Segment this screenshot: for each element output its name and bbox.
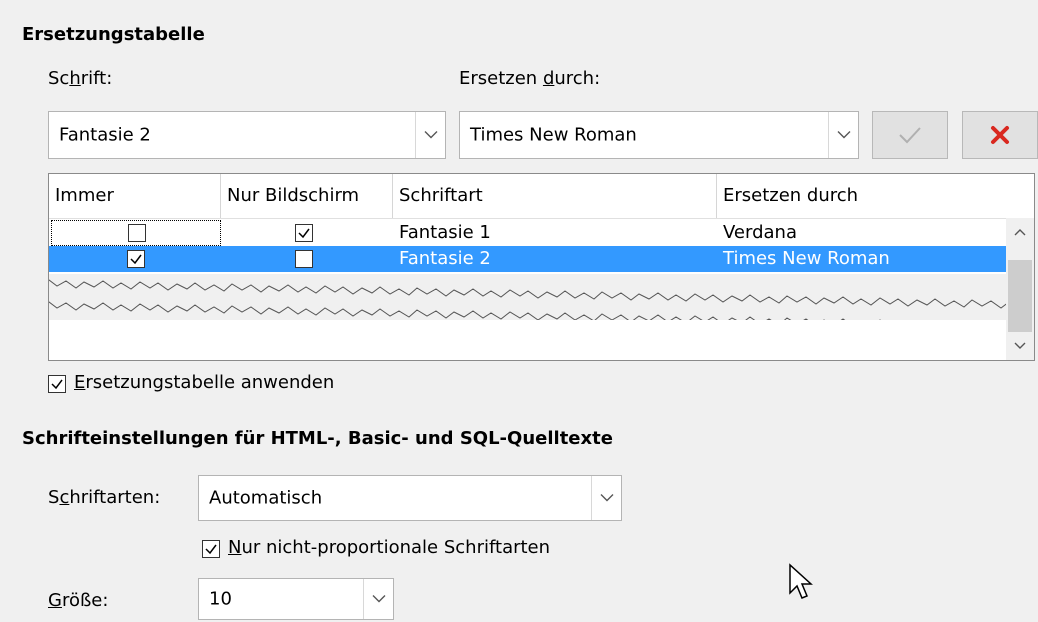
- apply-table-label[interactable]: Ersetzungstabelle anwenden: [74, 372, 334, 393]
- table-row[interactable]: Fantasie 2 Times New Roman: [49, 246, 1007, 272]
- checkmark-icon: [298, 228, 310, 239]
- table-vertical-scrollbar[interactable]: [1006, 218, 1034, 360]
- delete-button[interactable]: [962, 111, 1038, 159]
- always-cell: [51, 220, 221, 246]
- section-title-replacement-table: Ersetzungstabelle: [22, 24, 205, 45]
- font-cell: Fantasie 2: [399, 248, 491, 269]
- delete-icon: [991, 126, 1009, 144]
- size-label-accesskey: G: [48, 590, 62, 611]
- size-label-rest: röße:: [61, 590, 109, 611]
- size-dropdown-button[interactable]: [363, 579, 393, 619]
- replace-label-part2: urch:: [554, 68, 601, 89]
- nonproportional-checkbox[interactable]: [202, 540, 220, 558]
- column-header-replace[interactable]: Ersetzen durch: [717, 174, 1034, 218]
- replace-with-value: Times New Roman: [470, 124, 637, 146]
- always-cell: [49, 246, 221, 272]
- nonproportional-label[interactable]: Nur nicht-proportionale Schriftarten: [228, 537, 550, 558]
- replace-cell: Times New Roman: [723, 248, 890, 269]
- replace-with-combobox[interactable]: Times New Roman: [459, 111, 859, 159]
- font-label: Schrift:: [48, 68, 112, 89]
- table-header: Immer Nur Bildschirm Schriftart Ersetzen…: [49, 174, 1034, 219]
- replace-label-part1: Ersetzen: [459, 68, 543, 89]
- always-checkbox[interactable]: [127, 250, 145, 268]
- apply-table-label-rest: rsetzungstabelle anwenden: [85, 372, 335, 393]
- section-title-source-fonts: Schrifteinstellungen für HTML-, Basic- u…: [22, 428, 613, 449]
- scroll-up-icon[interactable]: [1014, 228, 1026, 236]
- font-combobox-value: Fantasie 2: [59, 124, 151, 146]
- checkmark-icon: [205, 544, 217, 555]
- font-label-part1: Sc: [48, 68, 70, 89]
- column-header-screen-only[interactable]: Nur Bildschirm: [221, 174, 393, 218]
- size-combobox[interactable]: 10: [198, 578, 394, 620]
- replace-label-accesskey: d: [542, 68, 555, 89]
- scrollbar-thumb[interactable]: [1008, 260, 1032, 332]
- apply-table-checkbox[interactable]: [48, 375, 66, 393]
- font-label-accesskey: h: [69, 68, 81, 89]
- size-combobox-value: 10: [209, 588, 232, 610]
- fonts-dropdown-button[interactable]: [591, 476, 621, 520]
- fonts-combobox[interactable]: Automatisch: [198, 475, 622, 521]
- screen-only-checkbox[interactable]: [295, 250, 313, 268]
- fonts-combobox-value: Automatisch: [209, 487, 323, 509]
- fonts-label: Schriftarten:: [48, 487, 160, 508]
- font-cell: Fantasie 1: [399, 222, 491, 243]
- fonts-label-accesskey: c: [59, 487, 70, 508]
- always-checkbox[interactable]: [128, 224, 146, 242]
- screen-only-cell: [221, 220, 393, 246]
- chevron-down-icon: [372, 595, 385, 603]
- scroll-down-icon[interactable]: [1014, 342, 1026, 350]
- checkmark-icon: [130, 254, 142, 265]
- nonproportional-label-rest: ur nicht-proportionale Schriftarten: [241, 537, 551, 558]
- font-label-part2: rift:: [80, 68, 113, 89]
- fonts-label-part2: hriftarten:: [69, 487, 161, 508]
- font-combobox[interactable]: Fantasie 2: [48, 111, 446, 159]
- size-label: Größe:: [48, 590, 108, 611]
- mouse-cursor-icon: [789, 563, 813, 599]
- replace-with-dropdown-button[interactable]: [828, 112, 858, 158]
- column-header-font[interactable]: Schriftart: [393, 174, 717, 218]
- table-row[interactable]: Fantasie 1 Verdana: [49, 220, 1007, 246]
- replace-with-label: Ersetzen durch:: [459, 68, 600, 89]
- screen-only-cell: [221, 246, 393, 272]
- replacement-table[interactable]: Immer Nur Bildschirm Schriftart Ersetzen…: [48, 173, 1035, 361]
- chevron-down-icon: [837, 131, 850, 139]
- font-combobox-dropdown-button[interactable]: [415, 112, 445, 158]
- screen-only-checkbox[interactable]: [295, 224, 313, 242]
- replace-cell: Verdana: [723, 222, 797, 243]
- apply-table-accesskey: E: [74, 372, 86, 393]
- checkmark-icon: [51, 379, 63, 390]
- checkmark-icon: [899, 127, 921, 144]
- chevron-down-icon: [600, 494, 613, 502]
- chevron-down-icon: [424, 131, 437, 139]
- nonproportional-accesskey: N: [228, 537, 242, 558]
- torn-edge-decoration: [49, 274, 1034, 320]
- fonts-label-part1: S: [48, 487, 60, 508]
- column-header-always[interactable]: Immer: [49, 174, 221, 218]
- apply-button[interactable]: [872, 111, 948, 159]
